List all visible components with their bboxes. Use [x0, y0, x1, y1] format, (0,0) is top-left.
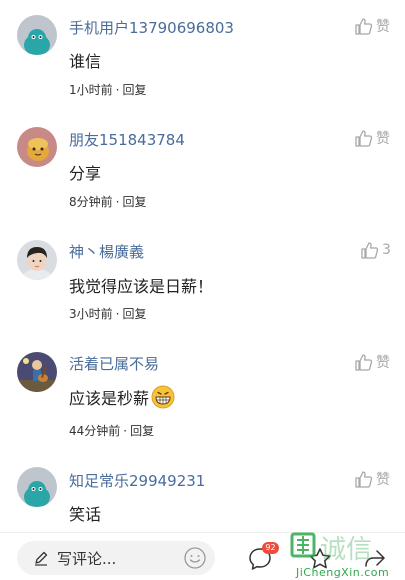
like-label: 赞: [376, 131, 390, 147]
comment-placeholder: 写评论...: [57, 549, 117, 568]
thumbs-up-icon: [361, 242, 379, 259]
comment-meta: 8分钟前 · 回复: [69, 193, 146, 210]
cartoon-guitar-avatar-icon: [17, 352, 57, 392]
username[interactable]: 手机用户13790696803: [69, 17, 234, 38]
comment-item: 朋友151843784 赞 分享 8分钟前 · 回复: [0, 112, 405, 224]
thumbs-up-icon: [355, 130, 373, 147]
emoji-icon[interactable]: [183, 546, 207, 570]
like-count: 3: [382, 242, 391, 258]
timestamp: 1小时前: [69, 83, 113, 97]
thumbs-up-icon: [355, 471, 373, 488]
comment-item: 知足常乐29949231 赞 笑话: [0, 452, 405, 532]
write-comment-input[interactable]: 写评论...: [17, 541, 215, 575]
comment-meta: 1小时前 · 回复: [69, 81, 146, 98]
timestamp: 8分钟前: [69, 195, 113, 209]
separator: ·: [115, 307, 120, 321]
watermark-url: JiChengXin.com: [296, 566, 390, 579]
svg-text:诚信: 诚信: [320, 535, 372, 565]
avatar[interactable]: [17, 352, 57, 392]
comment-item: 手机用户13790696803 赞 谁信 1小时前 · 回复: [0, 0, 405, 112]
comment-meta: 44分钟前 · 回复: [69, 422, 154, 439]
child-photo-avatar-icon: [17, 240, 57, 280]
separator: ·: [123, 424, 128, 438]
bread-avatar-icon: [17, 127, 57, 167]
reply-link[interactable]: 回复: [122, 307, 146, 321]
username[interactable]: 活着已属不易: [69, 353, 159, 374]
username[interactable]: 神丶楊廣義: [69, 241, 144, 262]
separator: ·: [115, 83, 120, 97]
like-button[interactable]: 3: [359, 240, 391, 260]
grinning-face-emoji-icon: [151, 385, 175, 409]
separator: ·: [115, 195, 120, 209]
comment-text: 笑话: [69, 501, 101, 525]
username[interactable]: 朋友151843784: [69, 129, 185, 150]
like-button[interactable]: 赞: [353, 352, 390, 372]
reply-link[interactable]: 回复: [122, 83, 146, 97]
like-label: 赞: [376, 355, 390, 371]
timestamp: 3小时前: [69, 307, 113, 321]
pen-icon: [35, 551, 48, 566]
like-button[interactable]: 赞: [353, 128, 390, 148]
comment-text: 谁信: [69, 48, 101, 72]
comment-text-value: 分享: [69, 164, 102, 183]
comment-text: 应该是秒薪: [69, 385, 175, 409]
comment-text-value: 我觉得应该是日薪！: [69, 277, 214, 296]
timestamp: 44分钟前: [69, 424, 121, 438]
comment-text-value: 应该是秒薪: [69, 389, 150, 408]
thumbs-up-icon: [355, 18, 373, 35]
avatar[interactable]: [17, 240, 57, 280]
like-button[interactable]: 赞: [353, 16, 390, 36]
reply-link[interactable]: 回复: [122, 195, 146, 209]
comment-text: 我觉得应该是日薪！: [69, 273, 213, 297]
username[interactable]: 知足常乐29949231: [69, 470, 205, 491]
default-avatar-icon: [17, 15, 57, 55]
reply-link[interactable]: 回复: [130, 424, 154, 438]
avatar[interactable]: [17, 127, 57, 167]
like-label: 赞: [376, 19, 390, 35]
thumbs-up-icon: [355, 354, 373, 371]
comment-count-badge: 92: [262, 542, 279, 554]
avatar[interactable]: [17, 15, 57, 55]
avatar[interactable]: [17, 467, 57, 507]
comment-text-value: 谁信: [69, 52, 102, 71]
comment-text-value: 笑话: [69, 505, 102, 524]
comment-meta: 3小时前 · 回复: [69, 305, 146, 322]
like-label: 赞: [376, 472, 390, 488]
default-avatar-icon: [17, 467, 57, 507]
comment-item: 活着已属不易 赞 应该是秒薪 44分钟前 · 回复: [0, 336, 405, 448]
comment-item: 神丶楊廣義 3 我觉得应该是日薪！ 3小时前 · 回复: [0, 224, 405, 336]
comment-text: 分享: [69, 160, 101, 184]
like-button[interactable]: 赞: [353, 469, 390, 489]
